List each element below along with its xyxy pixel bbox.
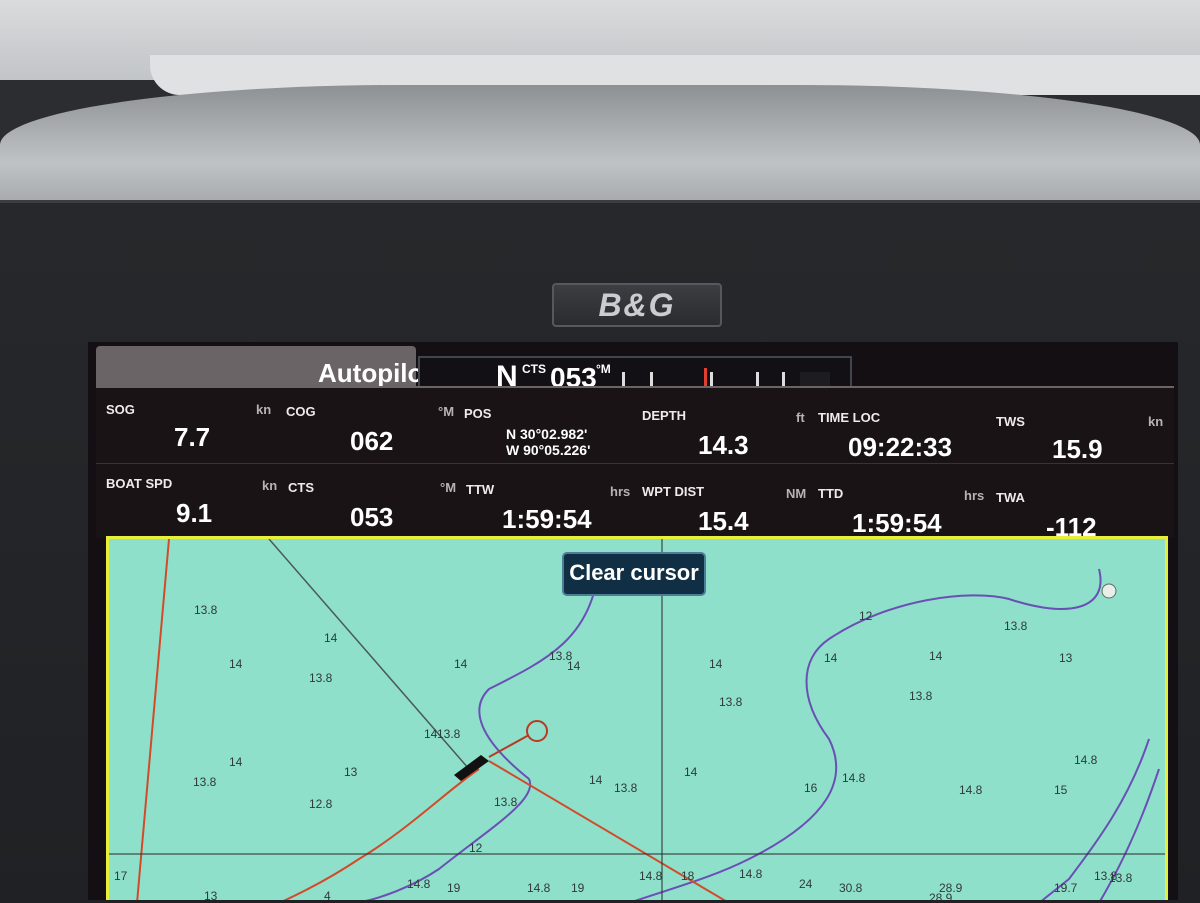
boat-spd-unit: kn — [262, 478, 278, 493]
row-divider — [96, 463, 1174, 464]
depth-sounding: 15 — [1054, 783, 1068, 797]
depth-sounding: 13 — [1059, 651, 1073, 665]
cts-label: CTS — [288, 480, 314, 495]
depth-sounding: 19 — [571, 881, 585, 895]
depth-sounding: 12 — [859, 609, 873, 623]
title-bar: Autopilot — [96, 346, 432, 388]
cts-value: 053 — [350, 502, 394, 532]
depth-sounding: 14.8 — [639, 869, 663, 883]
depth-sounding: 30.8 — [839, 881, 863, 895]
north-indicator-icon — [1101, 583, 1117, 599]
depth-sounding: 14 — [229, 755, 243, 769]
compass-tick — [756, 372, 759, 386]
depth-sounding: 14 — [454, 657, 468, 671]
ttd-value: 1:59:54 — [852, 508, 942, 538]
depth-sounding: 28.9 — [939, 881, 963, 895]
depth-sounding: 12 — [469, 841, 483, 855]
depth-sounding: 4 — [324, 889, 331, 900]
depth-sounding: 13.8 — [193, 775, 217, 789]
compass-tick — [622, 372, 625, 386]
tws-value: 15.9 — [1052, 434, 1103, 464]
depth-sounding: 18 — [681, 869, 695, 883]
depth-sounding: 14.8 — [1074, 753, 1098, 767]
cog-value: 062 — [350, 426, 394, 456]
depth-sounding: 12.8 — [309, 797, 333, 811]
depth-sounding: 16 — [804, 781, 818, 795]
depth-sounding: 14 — [684, 765, 698, 779]
pos-latitude: N 30°02.982' — [506, 426, 588, 442]
time-loc-label: TIME LOC — [818, 410, 881, 425]
cog-unit: °M — [438, 404, 455, 419]
cog-label: COG — [286, 404, 316, 419]
heading-marker — [704, 368, 707, 388]
compass-tick — [782, 372, 785, 386]
depth-sounding: 13.8 — [309, 671, 333, 685]
clear-cursor-button[interactable]: Clear cursor — [562, 552, 706, 596]
depth-sounding: 13.8 — [1109, 871, 1133, 885]
sog-value: 7.7 — [174, 422, 211, 452]
compass-fade — [800, 372, 830, 386]
depth-sounding: 13.8 — [494, 795, 518, 809]
ttw-label: TTW — [466, 482, 495, 497]
boat-spd-value: 9.1 — [176, 498, 213, 528]
tws-label: TWS — [996, 414, 1025, 429]
pos-value: N 30°02.982' W 90°05.226' — [506, 426, 590, 458]
depth-sounding: 14.8 — [959, 783, 983, 797]
depth-sounding: 19 — [447, 881, 461, 895]
depth-sounding: 13.8 — [194, 603, 218, 617]
chartplotter-screen: Autopilot N CTS 053 °M SOG kn 7.7 COG °M… — [88, 342, 1178, 900]
ttd-label: TTD — [818, 486, 844, 501]
compass-tick — [650, 372, 653, 386]
depth-sounding: 19.7 — [1054, 881, 1078, 895]
waypoint-icon — [526, 720, 548, 742]
display-cover — [0, 85, 1200, 215]
tws-unit: kn — [1148, 414, 1164, 429]
depth-sounding: 13.8 — [1004, 619, 1028, 633]
depth-sounding: 14.8 — [527, 881, 551, 895]
boundary-line — [136, 539, 170, 900]
depth-sounding: 14.8 — [739, 867, 763, 881]
depth-sounding: 14.8 — [407, 877, 431, 891]
depth-sounding: 14 — [424, 727, 438, 741]
page-title: Autopilot — [318, 358, 433, 388]
boat-spd-label: BOAT SPD — [106, 476, 173, 491]
wpt-dist-unit: NM — [786, 486, 807, 501]
depth-sounding: 13.8 — [614, 781, 638, 795]
brand-logo: B&G — [552, 283, 722, 327]
wpt-dist-value: 15.4 — [698, 506, 749, 536]
depth-sounding: 14 — [709, 657, 723, 671]
depth-sounding: 13 — [344, 765, 358, 779]
depth-sounding: 14.8 — [842, 771, 866, 785]
depth-unit: ft — [796, 410, 805, 425]
depth-sounding: 24 — [799, 877, 813, 891]
depth-sounding: 14 — [229, 657, 243, 671]
sog-label: SOG — [106, 402, 135, 417]
depth-sounding: 14 — [567, 659, 581, 673]
depth-sounding: 13.8 — [719, 695, 743, 709]
sog-unit: kn — [256, 402, 272, 417]
depth-sounding: 13.8 — [909, 689, 933, 703]
instrument-data-panel: SOG kn 7.7 COG °M 062 POS N 30°02.982' W… — [96, 386, 1174, 542]
ttw-unit: hrs — [610, 484, 631, 499]
pos-longitude: W 90°05.226' — [506, 442, 591, 458]
depth-sounding: 14 — [929, 649, 943, 663]
compass-tick — [710, 372, 713, 386]
pos-label: POS — [464, 406, 492, 421]
wpt-dist-label: WPT DIST — [642, 484, 705, 499]
depth-sounding: 14 — [324, 631, 338, 645]
compass-cts-unit: °M — [596, 362, 611, 376]
depth-sounding: 13 — [204, 889, 218, 900]
depth-label: DEPTH — [642, 408, 687, 423]
ttd-unit: hrs — [964, 488, 985, 503]
ttw-value: 1:59:54 — [502, 504, 592, 534]
cts-unit: °M — [440, 480, 457, 495]
twa-label: TWA — [996, 490, 1025, 505]
compass-cts-label: CTS — [522, 362, 546, 376]
depth-sounding: 14 — [589, 773, 603, 787]
depth-value: 14.3 — [698, 430, 749, 460]
depth-sounding: 17 — [114, 869, 128, 883]
time-loc-value: 09:22:33 — [848, 432, 953, 462]
depth-sounding: 14 — [824, 651, 838, 665]
depth-sounding: 13.8 — [437, 727, 461, 741]
